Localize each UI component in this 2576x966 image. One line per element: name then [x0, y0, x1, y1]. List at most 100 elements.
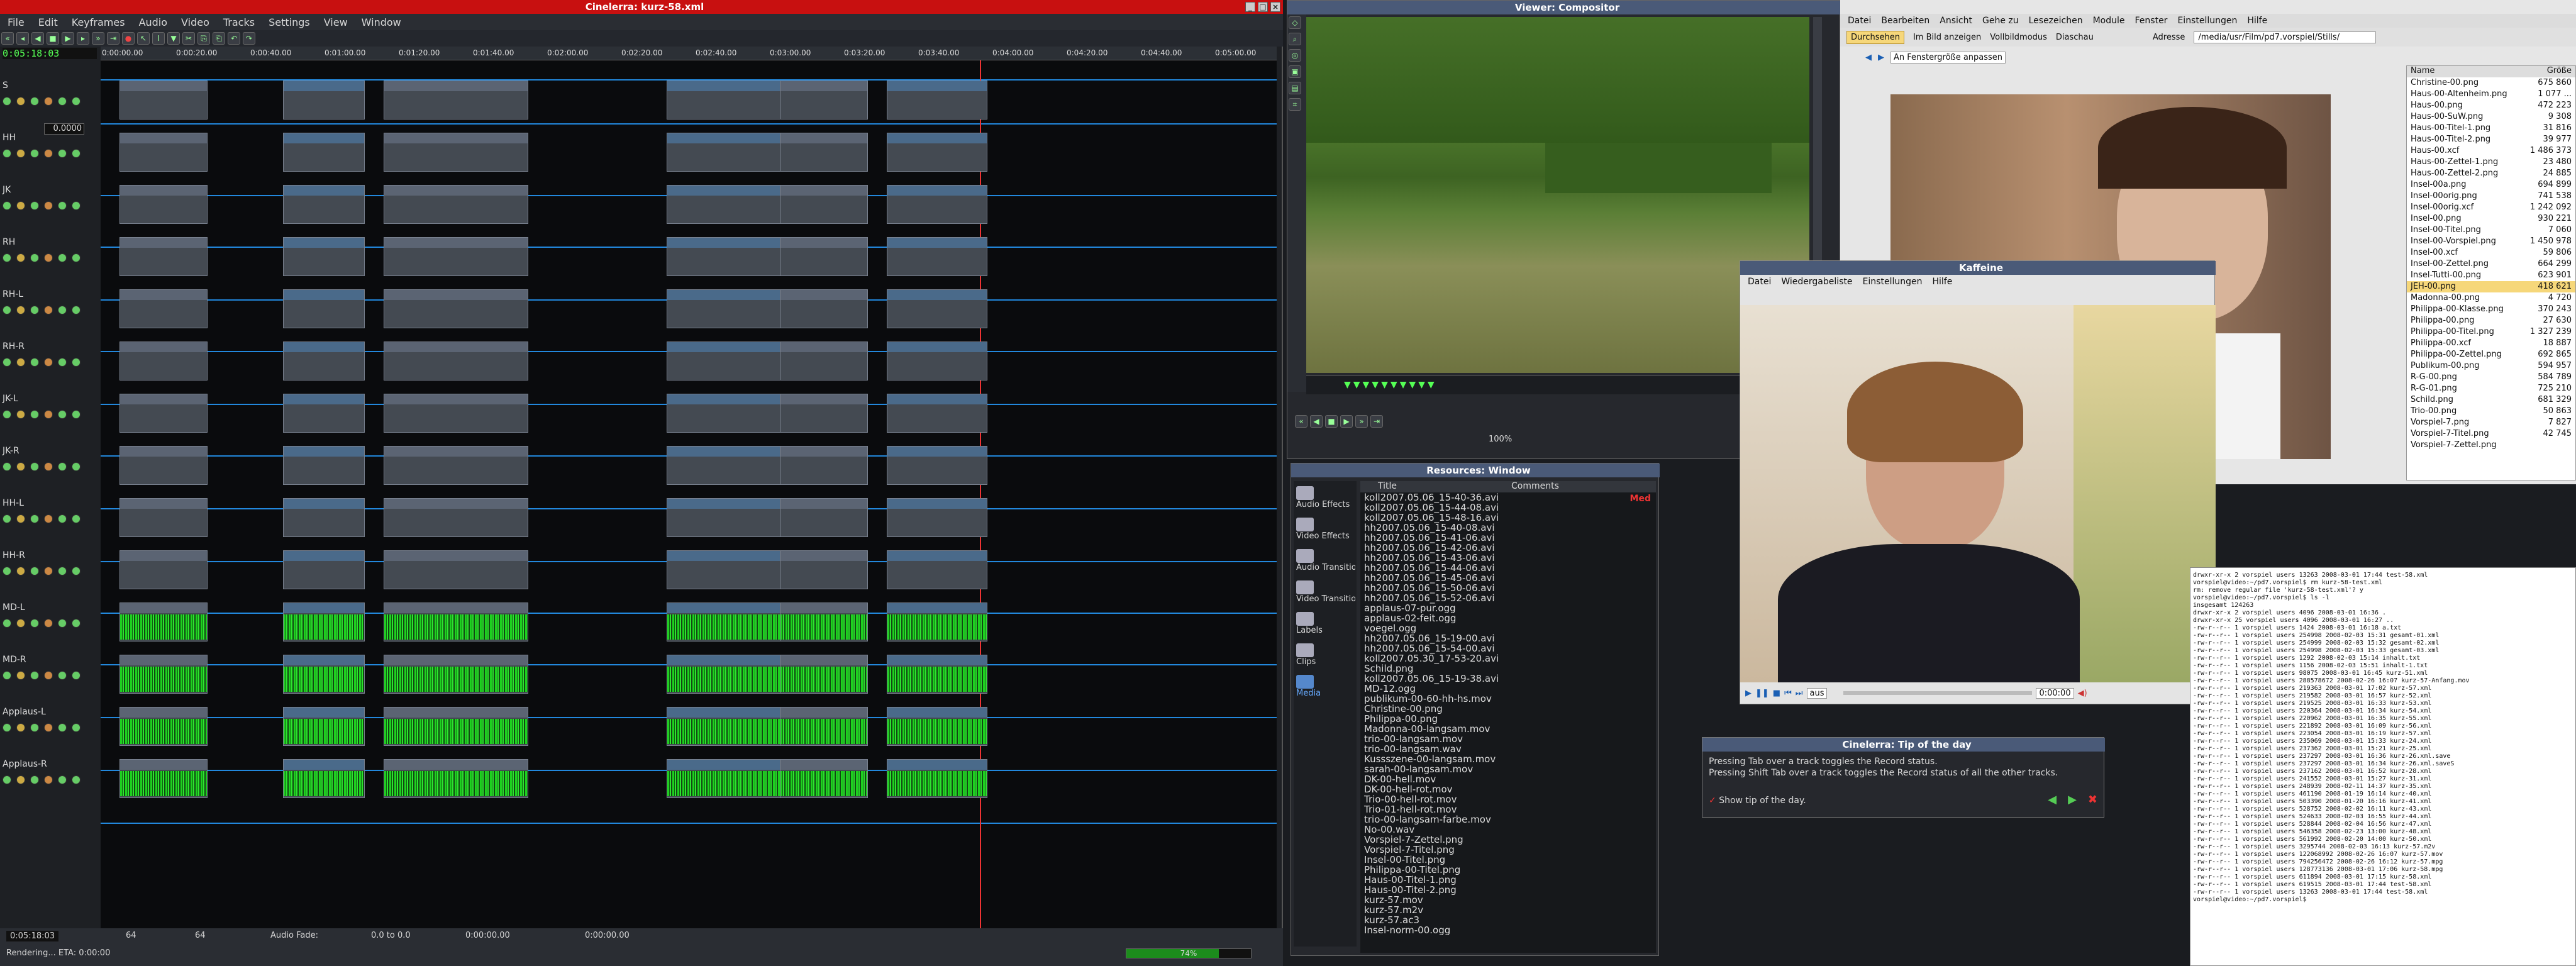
timeline-edit[interactable]: [283, 550, 365, 589]
protect-icon[interactable]: ◇: [1289, 16, 1301, 29]
media-item[interactable]: applaus-02-feit.ogg: [1364, 613, 1656, 623]
menu-edit[interactable]: Edit: [38, 16, 58, 28]
timeline-edit[interactable]: [119, 446, 208, 485]
kaffeine-titlebar[interactable]: Kaffeine: [1740, 261, 2216, 275]
timeline-edit[interactable]: [887, 289, 987, 328]
resources-list[interactable]: Title Comments Med koll2007.05.06_15-40-…: [1360, 481, 1656, 953]
file-row[interactable]: Publikum-00.png 594 957: [2407, 360, 2575, 372]
media-item[interactable]: trio-00-langsam.wav: [1364, 744, 1656, 754]
close-icon[interactable]: ×: [1270, 2, 1280, 12]
record-icon[interactable]: ●: [122, 32, 135, 45]
file-row[interactable]: Philippa-00.xcf 18 887: [2407, 338, 2575, 349]
track-toggles[interactable]: [3, 201, 80, 210]
folder-audio-transitions[interactable]: Audio Transitions: [1296, 549, 1355, 572]
seek-slider[interactable]: [1843, 691, 2033, 695]
menu-einstellungen[interactable]: Einstellungen: [2177, 16, 2237, 26]
track-toggles[interactable]: [3, 567, 80, 575]
track-toggles[interactable]: [3, 253, 80, 262]
ibeam-tool-icon[interactable]: I: [152, 32, 165, 45]
menu-gehe-zu[interactable]: Gehe zu: [1982, 16, 2019, 26]
cut-icon[interactable]: ✂: [182, 32, 195, 45]
timeline-edit[interactable]: [119, 341, 208, 380]
zoom-input[interactable]: 0.0000: [44, 123, 84, 135]
media-item[interactable]: koll2007.05.06_15-19-38.avi: [1364, 674, 1656, 684]
track-toggles[interactable]: [3, 410, 80, 419]
timeline-edit[interactable]: [283, 394, 365, 433]
track-toggles[interactable]: [3, 723, 80, 732]
track-toggles[interactable]: [3, 358, 80, 367]
media-item[interactable]: koll2007.05.06_15-40-36.avi: [1364, 492, 1656, 502]
file-row[interactable]: Schild.png 681 329: [2407, 394, 2575, 406]
track-name[interactable]: RH: [3, 237, 15, 247]
menu-tracks[interactable]: Tracks: [223, 16, 255, 28]
media-item[interactable]: Christine-00.png: [1364, 704, 1656, 714]
slideshow-button[interactable]: Diaschau: [2056, 33, 2094, 42]
timeline-edit[interactable]: [119, 80, 208, 119]
timeline-edit[interactable]: [283, 289, 365, 328]
media-item[interactable]: sarah-00-langsam.mov: [1364, 764, 1656, 774]
back-icon[interactable]: ◀: [1865, 53, 1872, 62]
media-item[interactable]: Madonna-00-langsam.mov: [1364, 724, 1656, 734]
menu-audio[interactable]: Audio: [139, 16, 167, 28]
timeline-edit[interactable]: [887, 498, 987, 537]
timeline-edit[interactable]: [283, 341, 365, 380]
media-item[interactable]: Vorspiel-7-Titel.png: [1364, 845, 1656, 855]
timeline-edit[interactable]: [384, 237, 528, 276]
timeline-edit[interactable]: [283, 237, 365, 276]
file-row[interactable]: JEH-00.png 418 621: [2407, 281, 2575, 292]
track-name[interactable]: MD-R: [3, 655, 26, 665]
menu-window[interactable]: Window: [362, 16, 401, 28]
timeline-edit[interactable]: [119, 394, 208, 433]
folder-video-effects[interactable]: Video Effects: [1296, 518, 1355, 541]
forward-icon[interactable]: ▶: [1878, 53, 1884, 62]
timeline-edit[interactable]: [887, 446, 987, 485]
play-icon[interactable]: ▶: [62, 32, 74, 45]
file-row[interactable]: Insel-00a.png 694 899: [2407, 179, 2575, 191]
pause-icon[interactable]: ❚❚: [1755, 689, 1769, 698]
media-item[interactable]: hh2007.05.06_15-52-06.avi: [1364, 593, 1656, 603]
media-item[interactable]: Trio-01-hell-rot.mov: [1364, 804, 1656, 814]
play-back-icon[interactable]: ◀: [31, 32, 44, 45]
folder-clips[interactable]: Clips: [1296, 643, 1355, 667]
stop-icon[interactable]: ■: [47, 32, 59, 45]
timeline-edit[interactable]: [887, 341, 987, 380]
file-row[interactable]: Haus-00-Zettel-1.png 23 480: [2407, 157, 2575, 168]
media-item[interactable]: hh2007.05.06_15-41-06.avi: [1364, 533, 1656, 543]
folder-media[interactable]: Media: [1296, 675, 1355, 698]
timeline-edit[interactable]: [119, 602, 208, 641]
track-name[interactable]: HH: [3, 133, 16, 143]
media-item[interactable]: hh2007.05.06_15-40-08.avi: [1364, 523, 1656, 533]
media-item[interactable]: Kussszene-00-langsam.mov: [1364, 754, 1656, 764]
timeline-edit[interactable]: [780, 498, 868, 537]
frame-forward-icon[interactable]: ▸: [77, 32, 89, 45]
play-icon[interactable]: ▶: [1340, 415, 1353, 428]
kaffeine-video[interactable]: [1740, 305, 2216, 682]
timeline-edit[interactable]: [384, 446, 528, 485]
end-icon[interactable]: ⇥: [1370, 415, 1383, 428]
copy-icon[interactable]: ⎘: [197, 32, 210, 45]
file-row[interactable]: Insel-00.png 930 221: [2407, 213, 2575, 225]
menu-datei[interactable]: Datei: [1848, 16, 1871, 26]
track-name[interactable]: MD-L: [3, 602, 25, 613]
file-row[interactable]: Vorspiel-7-Titel.png 42 745: [2407, 428, 2575, 440]
file-row[interactable]: Insel-00-Vorspiel.png 1 450 978: [2407, 236, 2575, 247]
timeline-edit[interactable]: [780, 759, 868, 798]
timeline-edit[interactable]: [780, 237, 868, 276]
show-tip-checkbox[interactable]: ✓ Show tip of the day.: [1709, 796, 1806, 806]
track-canvas[interactable]: [101, 60, 1277, 928]
timeline-edit[interactable]: [780, 185, 868, 224]
minimize-icon[interactable]: _: [1245, 2, 1255, 12]
media-item[interactable]: koll2007.05.30_17-53-20.avi: [1364, 653, 1656, 663]
status-samples-2[interactable]: 64: [195, 931, 206, 940]
browse-button[interactable]: Durchsehen: [1846, 30, 1904, 44]
track-name[interactable]: HH-R: [3, 550, 25, 560]
rewind-icon[interactable]: «: [1295, 415, 1307, 428]
file-row[interactable]: Haus-00-Titel-2.png 39 977: [2407, 134, 2575, 145]
close-tip-icon[interactable]: ✖: [2088, 793, 2097, 806]
track-toggles[interactable]: [3, 306, 80, 314]
file-row[interactable]: Madonna-00.png 4 720: [2407, 292, 2575, 304]
file-row[interactable]: Insel-00.xcf 59 806: [2407, 247, 2575, 258]
file-row[interactable]: Haus-00.png 472 223: [2407, 100, 2575, 111]
timeline-edit[interactable]: [384, 289, 528, 328]
timeline-edit[interactable]: [384, 602, 528, 641]
